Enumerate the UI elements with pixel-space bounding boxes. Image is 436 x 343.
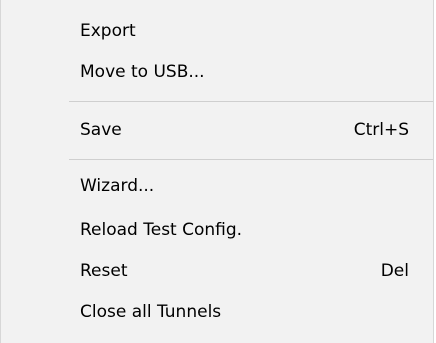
menu-item-close-all-tunnels[interactable]: Close all Tunnels [1,294,433,330]
menu-item-label: Save [80,120,122,140]
menu-item-label: Wizard... [80,176,155,196]
menu-item-move-to-usb[interactable]: Move to USB... [1,54,433,90]
menu-item-label: Close all Tunnels [80,302,222,322]
menu-item-label: Export [80,21,136,41]
menu-item-shortcut: Del [380,261,409,281]
menu-item-wizard[interactable]: Wizard... [1,168,433,204]
menu-item-reload-test-config[interactable]: Reload Test Config. [1,212,433,248]
menu-item-label: Reset [80,261,128,281]
menu-item-label: Move to USB... [80,62,205,82]
menu-separator [69,159,433,160]
menu-item-reset[interactable]: Reset Del [1,253,433,289]
menu-item-label: Reload Test Config. [80,220,243,240]
menu-item-save[interactable]: Save Ctrl+S [1,112,433,148]
context-menu: Export Move to USB... Save Ctrl+S Wizard… [0,0,434,343]
menu-item-shortcut: Ctrl+S [353,120,409,140]
menu-item-export[interactable]: Export [1,13,433,49]
menu-separator [69,101,433,102]
